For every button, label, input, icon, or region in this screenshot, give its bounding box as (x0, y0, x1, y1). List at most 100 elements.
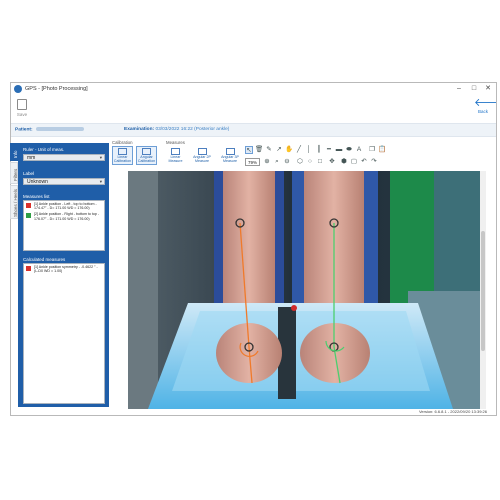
app-icon (14, 85, 22, 93)
checkbox-icon[interactable] (26, 212, 31, 218)
zoom-level-value: 79% (247, 160, 257, 165)
calculated-item-text: [1] Ankle position symmetry - -0.4622 ° … (34, 265, 98, 274)
tab-shoes-heels[interactable]: Shoes / Heels (10, 185, 18, 219)
arrow-tool-icon[interactable]: ↗ (275, 146, 283, 154)
square-fill-icon[interactable]: ▢ (350, 158, 358, 166)
measure-item-text: [1] Ankle position - Left - top to botto… (34, 202, 97, 211)
redo-icon[interactable]: ↷ (370, 158, 378, 166)
paste-icon[interactable]: 📋 (378, 146, 386, 154)
angular-calibration-button[interactable]: Angular Calibration (136, 146, 157, 165)
calibration-group-label: Calibration (112, 140, 133, 145)
label-select[interactable]: Unknown ▾ (23, 178, 105, 185)
measure-item[interactable]: [1] Ankle position - Left - top to botto… (24, 201, 104, 211)
checkbox-icon[interactable] (26, 202, 31, 208)
angular-2p-label: Angular 2P Measure (193, 155, 211, 163)
tab-filters-label: Filters (12, 168, 18, 181)
pen-icon[interactable]: ✎ (265, 146, 273, 154)
back-label: Back (477, 109, 488, 114)
ruler-icon (171, 148, 180, 155)
save-icon (17, 99, 27, 110)
patient-info-bar: Patient: Examination: 03/03/2022 16:22 (… (11, 123, 496, 137)
scrollbar-thumb[interactable] (481, 231, 485, 351)
ruler-icon (118, 148, 127, 155)
close-icon[interactable]: ✕ (481, 83, 495, 94)
wall-left (128, 171, 158, 409)
save-label: Save (16, 112, 28, 117)
ruler-unit-value: mm (27, 155, 36, 161)
line-tool-icon[interactable]: ╱ (295, 146, 303, 154)
linear-measure-button[interactable]: Linear Measure (165, 146, 186, 165)
calculated-measures-label: Calculated measures (23, 257, 66, 262)
tab-info[interactable]: Info (10, 143, 18, 161)
polygon-fill-icon[interactable]: ⬢ (340, 158, 348, 166)
angular-3p-measure-button[interactable]: Angular 3P Measure (217, 146, 243, 165)
rectangle-shape-icon[interactable]: □ (316, 158, 324, 166)
photo-viewer[interactable] (128, 171, 480, 409)
delete-icon[interactable]: 🗑 (255, 146, 263, 154)
red-marker (291, 305, 297, 311)
chevron-down-icon: ▾ (99, 179, 102, 184)
minimize-icon[interactable]: – (452, 83, 466, 94)
move-icon[interactable]: ✥ (328, 158, 336, 166)
copy-icon[interactable]: ❐ (368, 146, 376, 154)
line-width-1-icon[interactable]: │ (305, 146, 313, 154)
line-style-3-icon[interactable]: ⬬ (345, 146, 353, 154)
examination-field: Examination: 03/03/2022 16:22 (Posterior… (124, 127, 229, 132)
calculated-measures-list[interactable]: [1] Ankle position symmetry - -0.4622 ° … (23, 263, 105, 404)
measure-item-text: [2] Ankle position - Right - bottom to t… (34, 212, 100, 221)
zoom-fit-icon[interactable]: ⌕ (273, 158, 281, 166)
tab-info-label: Info (12, 150, 18, 158)
ruler-unit-select[interactable]: mm ▾ (23, 154, 105, 161)
ruler-label: Ruler - Unit of meas. (23, 147, 65, 152)
patient-name-redacted (35, 127, 84, 131)
measures-list-label: Measures list (23, 194, 50, 199)
examination-value: 03/03/2022 16:22 (Posterior ankle) (155, 127, 230, 132)
linear-calibration-button[interactable]: Linear Calibration (112, 146, 133, 165)
vertical-tabs: Info Filters Shoes / Heels (10, 143, 18, 409)
label-label: Label (23, 171, 35, 176)
side-panel: Ruler - Unit of meas. mm ▾ Label Unknown ▾… (18, 143, 109, 407)
line-style-2-icon[interactable]: ▬ (335, 146, 343, 154)
angular-2p-measure-button[interactable]: Angular 2P Measure (189, 146, 215, 165)
line-style-1-icon[interactable]: ━ (325, 146, 333, 154)
tab-shoes-heels-label: Shoes / Heels (12, 188, 18, 217)
line-width-2-icon[interactable]: ┃ (315, 146, 323, 154)
measures-group-label: Measures (166, 140, 185, 145)
angular-calibration-label: Angular Calibration (137, 155, 156, 163)
patient-field: Patient: (15, 127, 84, 132)
calculated-item[interactable]: [1] Ankle position symmetry - -0.4622 ° … (24, 264, 104, 274)
main-toolbar: Save 🡐 Back (11, 95, 496, 121)
zoom-level-field[interactable]: 79% (245, 158, 260, 166)
viewer-scrollbar[interactable] (480, 171, 486, 409)
linear-calibration-label: Linear Calibration (113, 155, 132, 163)
tab-filters[interactable]: Filters (10, 162, 18, 184)
angle-2p-icon (197, 148, 207, 155)
label-value: Unknown (27, 179, 48, 185)
maximize-icon[interactable]: □ (467, 83, 481, 94)
angular-3p-label: Angular 3P Measure (221, 155, 239, 163)
patient-label: Patient: (15, 127, 33, 133)
photo-canvas[interactable] (128, 171, 480, 409)
green-towel (390, 171, 434, 311)
measures-list[interactable]: [1] Ankle position - Left - top to botto… (23, 200, 105, 251)
angle-icon (142, 148, 151, 155)
hexagon-shape-icon[interactable]: ⬡ (296, 158, 304, 166)
checkbox-icon[interactable] (26, 265, 31, 271)
zoom-out-icon[interactable]: ⊖ (283, 158, 291, 166)
measure-item[interactable]: [2] Ankle position - Right - bottom to t… (24, 211, 104, 221)
back-button[interactable]: 🡐 Back (474, 98, 496, 115)
status-bar: Version: 6.6.8.1 - 2022/09/20 13:39:26 (418, 409, 487, 414)
text-tool-icon[interactable]: A (355, 146, 363, 154)
linear-measure-label: Linear Measure (168, 155, 183, 163)
angle-3p-icon (225, 148, 235, 155)
undo-icon[interactable]: ↶ (360, 158, 368, 166)
circle-shape-icon[interactable]: ○ (306, 158, 314, 166)
chevron-down-icon: ▾ (99, 155, 102, 160)
hand-icon[interactable]: ✋ (285, 146, 293, 154)
back-arrow-icon: 🡐 (474, 98, 496, 109)
window-title: GPS - [Photo Processing] (25, 86, 88, 92)
examination-label: Examination: (124, 127, 155, 132)
select-pointer-icon[interactable]: ↖ (245, 146, 253, 154)
save-button[interactable]: Save (14, 99, 30, 117)
zoom-in-icon[interactable]: ⊕ (263, 158, 271, 166)
